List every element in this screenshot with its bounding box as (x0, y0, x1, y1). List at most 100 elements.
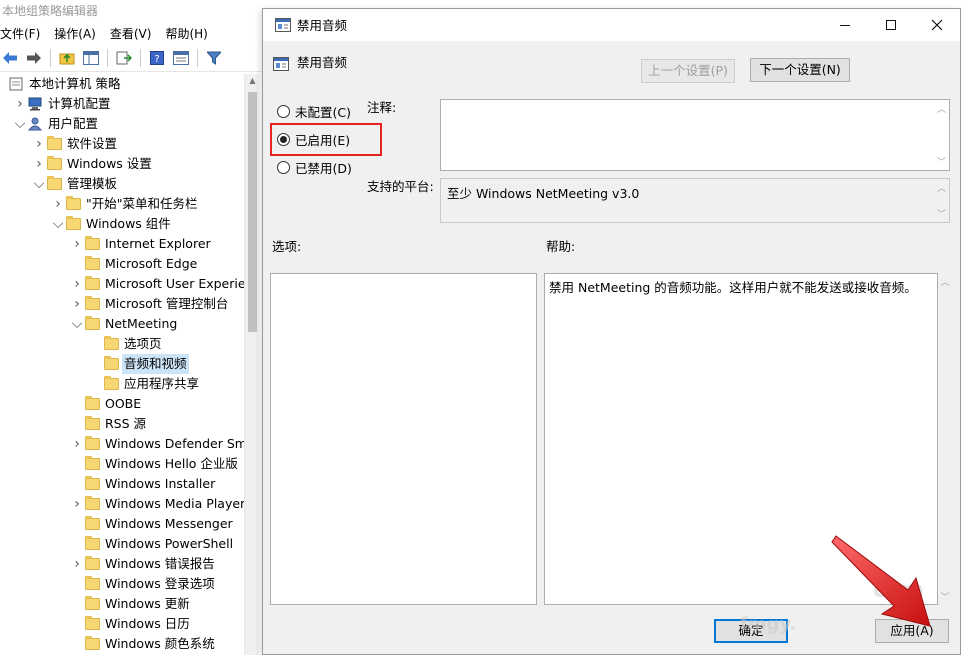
chevron-right-icon[interactable]: › (71, 494, 83, 514)
chevron-right-icon[interactable]: › (33, 134, 45, 154)
tree-item[interactable]: › Windows Media Player (0, 494, 244, 514)
policy-setting-icon (275, 18, 291, 32)
tree-item[interactable]: ⌵ Windows 组件 (0, 214, 244, 234)
menu-file[interactable]: 文件(F) (0, 25, 46, 42)
radio-disabled[interactable]: 已禁用(D) (277, 157, 352, 177)
comment-label: 注释: (367, 100, 397, 115)
tree-item[interactable]: ⌵ NetMeeting (0, 314, 244, 334)
tree-item[interactable]: › Internet Explorer (0, 234, 244, 254)
tree-item[interactable]: OOBE (0, 394, 244, 414)
chevron-down-icon[interactable]: ⌵ (33, 174, 45, 194)
policy-header-title: 禁用音频 (297, 55, 348, 70)
close-button[interactable] (914, 9, 960, 41)
menu-action[interactable]: 操作(A) (54, 25, 102, 42)
tree-item-label: Windows Messenger (105, 516, 233, 531)
tree-item[interactable]: › Windows 设置 (0, 154, 244, 174)
platform-field: 至少 Windows NetMeeting v3.0 ︿ ﹀ (440, 178, 950, 223)
tree-scrollbar[interactable]: ▲ (244, 74, 259, 655)
tree-item[interactable]: Windows 颜色系统 (0, 634, 244, 654)
export-list-icon[interactable] (114, 48, 134, 68)
scroll-thumb[interactable] (248, 92, 257, 332)
previous-setting-button[interactable]: 上一个设置(P) (641, 59, 735, 83)
chevron-right-icon[interactable]: › (33, 154, 45, 174)
tree-item[interactable]: ⌵ 用户配置 (0, 114, 244, 134)
apply-button[interactable]: 应用(A) (875, 619, 949, 643)
menu-view[interactable]: 查看(V) (110, 25, 158, 42)
tree-item[interactable]: RSS 源 (0, 414, 244, 434)
chevron-right-icon[interactable]: › (71, 234, 83, 254)
chevron-right-icon[interactable]: › (14, 94, 26, 114)
folder-icon (85, 236, 100, 250)
radio-circle[interactable] (277, 104, 290, 118)
chevron-right-icon[interactable]: › (71, 294, 83, 314)
tree-item[interactable]: › "开始"菜单和任务栏 (0, 194, 244, 214)
chevron-down-icon[interactable]: ⌵ (71, 314, 83, 334)
platform-scrollbar[interactable]: ︿ ﹀ (934, 179, 949, 222)
next-setting-button[interactable]: 下一个设置(N) (750, 58, 850, 82)
tree-item-label: Microsoft User Experience (105, 276, 244, 291)
radio-not-configured-label: 未配置(C) (295, 104, 351, 120)
chevron-right-icon[interactable]: › (52, 194, 64, 214)
tree-item[interactable]: › 计算机配置 (0, 94, 244, 114)
chevron-right-icon[interactable]: › (71, 434, 83, 454)
folder-icon (85, 616, 100, 630)
tree-item[interactable]: 本地计算机 策略 (0, 74, 244, 94)
scroll-down-arrow-icon[interactable]: ﹀ (934, 207, 949, 220)
policy-dialog: 禁用音频 禁用音频 上一个设置(P) 下一个设置(N) 未配置(C) 已启用(E… (262, 8, 961, 655)
folder-icon (85, 576, 100, 590)
radio-circle[interactable] (277, 160, 290, 174)
tree-item[interactable]: › Microsoft User Experience (0, 274, 244, 294)
maximize-button[interactable] (868, 9, 914, 41)
chevron-right-icon[interactable]: › (71, 554, 83, 574)
comment-scrollbar[interactable]: ︿ ﹀ (934, 100, 949, 170)
help-icon[interactable]: ? (147, 48, 167, 68)
tree-item[interactable]: › Windows 错误报告 (0, 554, 244, 574)
help-scrollbar[interactable]: ︿ ﹀ (938, 273, 952, 605)
folder-icon (104, 356, 119, 370)
tree-item[interactable]: Microsoft Edge (0, 254, 244, 274)
tree-item[interactable]: Windows Installer (0, 474, 244, 494)
chevron-down-icon[interactable]: ⌵ (52, 214, 64, 234)
folder-icon (85, 456, 100, 470)
tree-item[interactable]: › Windows Defender SmartS (0, 434, 244, 454)
chevron-down-icon[interactable]: ⌵ (14, 114, 26, 134)
scroll-down-arrow-icon[interactable]: ﹀ (934, 155, 949, 168)
back-arrow-icon[interactable] (0, 48, 20, 68)
tree-item-label: Windows Media Player (105, 496, 244, 511)
tree-item[interactable]: › Microsoft 管理控制台 (0, 294, 244, 314)
forward-arrow-icon[interactable] (24, 48, 44, 68)
scroll-up-arrow-icon[interactable]: ▲ (245, 76, 260, 85)
tree-item[interactable]: Windows Hello 企业版 (0, 454, 244, 474)
folder-icon (85, 636, 100, 650)
tree-item[interactable]: ⌵ 管理模板 (0, 174, 244, 194)
tree-item[interactable]: › 软件设置 (0, 134, 244, 154)
options-label: 选项: (272, 239, 302, 254)
minimize-button[interactable] (822, 9, 868, 41)
show-tree-icon[interactable] (81, 48, 101, 68)
tree-item[interactable]: Windows Messenger (0, 514, 244, 534)
tree-item[interactable]: Windows 更新 (0, 594, 244, 614)
comment-textarea[interactable]: ︿ ﹀ (440, 99, 950, 171)
radio-not-configured[interactable]: 未配置(C) (277, 101, 351, 121)
watermark-text: com (873, 578, 925, 603)
menu-help[interactable]: 帮助(H) (165, 25, 213, 42)
tree-item[interactable]: 音频和视频 (0, 354, 244, 374)
scroll-down-arrow-icon[interactable]: ﹀ (938, 590, 952, 603)
tree-item[interactable]: Windows 日历 (0, 614, 244, 634)
tree-item[interactable]: Windows 登录选项 (0, 574, 244, 594)
scroll-up-arrow-icon[interactable]: ︿ (934, 181, 949, 194)
properties-icon[interactable] (171, 48, 191, 68)
dialog-title-bar[interactable]: 禁用音频 (263, 9, 960, 41)
tree-item-label: 选项页 (124, 336, 162, 351)
folder-icon (85, 496, 100, 510)
folder-icon (85, 536, 100, 550)
chevron-right-icon[interactable]: › (71, 274, 83, 294)
up-folder-icon[interactable] (57, 48, 77, 68)
scroll-up-arrow-icon[interactable]: ︿ (938, 275, 952, 288)
tree-item[interactable]: Windows PowerShell (0, 534, 244, 554)
tree-item[interactable]: 应用程序共享 (0, 374, 244, 394)
filter-icon[interactable] (204, 48, 224, 68)
tree-item[interactable]: 选项页 (0, 334, 244, 354)
scroll-up-arrow-icon[interactable]: ︿ (934, 102, 949, 115)
radio-disabled-label: 已禁用(D) (295, 160, 352, 176)
